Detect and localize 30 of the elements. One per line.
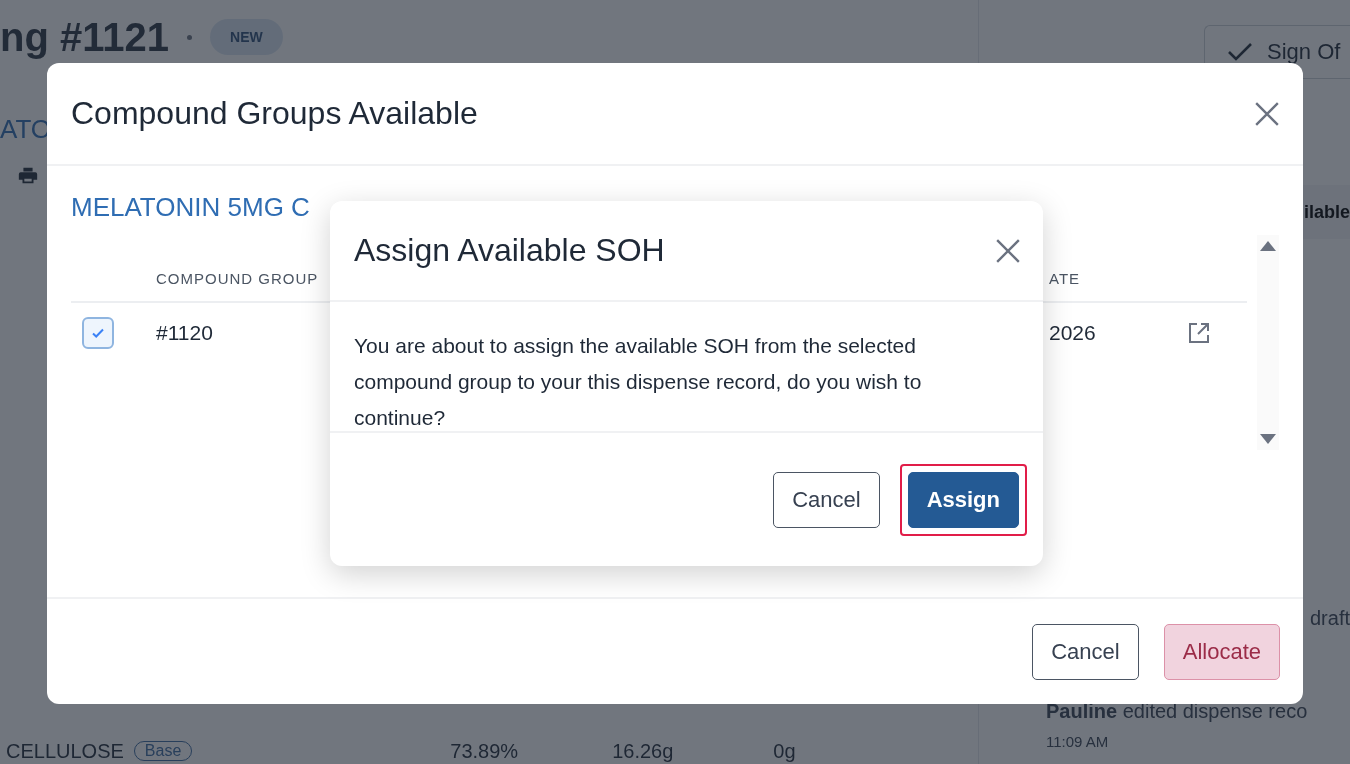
table-cell: 0g [773, 739, 796, 763]
check-icon [1227, 42, 1253, 62]
dialog-button[interactable]: Allocate [1163, 623, 1280, 680]
dialog-button[interactable]: Cancel [773, 471, 880, 528]
dialog-title: Compound Groups Available [71, 95, 478, 132]
close-icon[interactable] [1254, 100, 1280, 127]
dialog-button[interactable]: Cancel [1032, 623, 1139, 680]
checkbox[interactable] [82, 317, 114, 349]
scroll-down-icon[interactable] [1260, 434, 1276, 444]
activity-text: Pauline edited dispense reco [1046, 700, 1308, 723]
column-header: COMPOUND GROUP [156, 269, 320, 287]
ingredient-name: CELLULOSE [6, 739, 124, 763]
table-cell: 73.89% [450, 739, 519, 763]
status-badge: NEW [210, 19, 283, 55]
separator-dot [187, 34, 192, 40]
dialog-message: You are about to assign the available SOH from the selected compound group to your this dispense record, do you wish to continue? [330, 302, 1043, 433]
table-cell-text: 2026 [1049, 321, 1097, 345]
dialog-title: Assign Available SOH [354, 232, 665, 269]
column-header: ATE [1049, 269, 1082, 287]
scrollbar[interactable] [1257, 235, 1279, 450]
product-name[interactable]: MELATONIN 5MG C [71, 192, 310, 223]
page-title: ng #1121 [0, 14, 169, 61]
close-icon[interactable] [995, 237, 1021, 264]
dialog-button[interactable]: Assign [907, 471, 1019, 528]
scroll-up-icon[interactable] [1260, 241, 1276, 251]
table-cell-text: #1120 [156, 321, 214, 345]
activity-text: draft [1309, 607, 1350, 630]
activity-time: 11:09 AM [1046, 733, 1109, 750]
external-link-icon[interactable] [1187, 321, 1211, 345]
table-cell: 16.26g [612, 739, 674, 763]
